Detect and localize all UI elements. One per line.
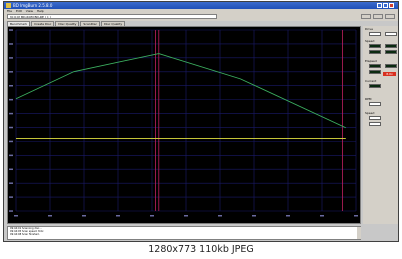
y-tick-mark [9, 182, 13, 184]
toolbar: [0:0:0] BD-ROM BD-RE ( J: ) [4, 13, 398, 21]
window-title: BD ImgBurn 2.5.8.0 [13, 3, 53, 8]
y-tick-mark [9, 154, 13, 157]
x-tick-mark [320, 215, 324, 217]
drive-box-2 [385, 32, 397, 36]
x-tick-mark [48, 215, 52, 217]
x-tick-mark [116, 215, 120, 217]
graph-panel [7, 26, 361, 224]
elapsed-box [369, 64, 381, 68]
y-tick-mark [9, 140, 13, 143]
x-tick-mark [218, 215, 222, 217]
x-tick-mark [286, 215, 290, 217]
speed-box-d [385, 50, 397, 54]
application-window: . BD ImgBurn 2.5.8.0 File Edit View Help… [3, 1, 399, 242]
y-tick-mark [9, 29, 13, 31]
speed-box-b [385, 44, 397, 48]
side-label-elapsed: Elapsed [365, 59, 377, 63]
log-panel: 09:44:01 Scanning disc... 09:44:05 Scan … [7, 226, 361, 240]
drive-select[interactable]: [0:0:0] BD-ROM BD-RE ( J: ) [7, 14, 217, 19]
y-tick-mark [9, 71, 13, 73]
side-panel: Drive Speed Elapsed Current RPM Speed 8.… [363, 26, 398, 224]
app-icon: . [6, 3, 11, 8]
y-tick-mark [9, 98, 13, 101]
speed-label: Speed [365, 111, 375, 115]
minimize-button[interactable] [377, 3, 382, 8]
y-tick-mark [9, 196, 13, 198]
maximize-button[interactable] [383, 3, 388, 8]
speed-box-e [369, 116, 381, 120]
stop-button[interactable] [373, 14, 383, 19]
x-tick-mark [354, 215, 358, 217]
y-tick-mark [9, 84, 13, 87]
rpm-label: RPM [365, 97, 372, 101]
y-tick-mark [9, 210, 13, 212]
settings-button[interactable] [385, 14, 395, 19]
current-box [369, 84, 381, 88]
side-label-drive: Drive [365, 27, 373, 31]
y-tick-mark [9, 43, 13, 45]
speed-indicator: 8.0x [383, 72, 396, 76]
close-button[interactable] [389, 3, 394, 8]
y-tick-mark [9, 112, 13, 115]
speed-box-c [369, 50, 381, 54]
speed-box-a [369, 44, 381, 48]
y-tick-mark [9, 126, 13, 129]
rpm-box [369, 102, 381, 106]
x-tick-mark [82, 215, 86, 217]
x-tick-mark [184, 215, 188, 217]
side-label-current: Current [365, 79, 377, 83]
chart-background [8, 27, 360, 223]
elapsed-box-3 [369, 70, 381, 74]
x-tick-mark [150, 215, 154, 217]
log-line: 09:44:08 Scan finished. [10, 233, 40, 236]
benchmark-chart [8, 27, 360, 223]
log-scrollbar[interactable] [357, 227, 361, 239]
start-button[interactable] [361, 14, 371, 19]
side-label-speed: Speed [365, 39, 375, 43]
drive-box [369, 32, 381, 36]
y-tick-mark [9, 57, 13, 59]
title-bar: . BD ImgBurn 2.5.8.0 [4, 2, 398, 9]
x-tick-mark [14, 215, 18, 217]
y-tick-mark [9, 168, 13, 171]
elapsed-box-2 [385, 64, 397, 68]
image-caption: 1280x773 110kb JPEG [148, 244, 254, 255]
speed-box-f [369, 122, 381, 126]
x-tick-mark [252, 215, 256, 217]
